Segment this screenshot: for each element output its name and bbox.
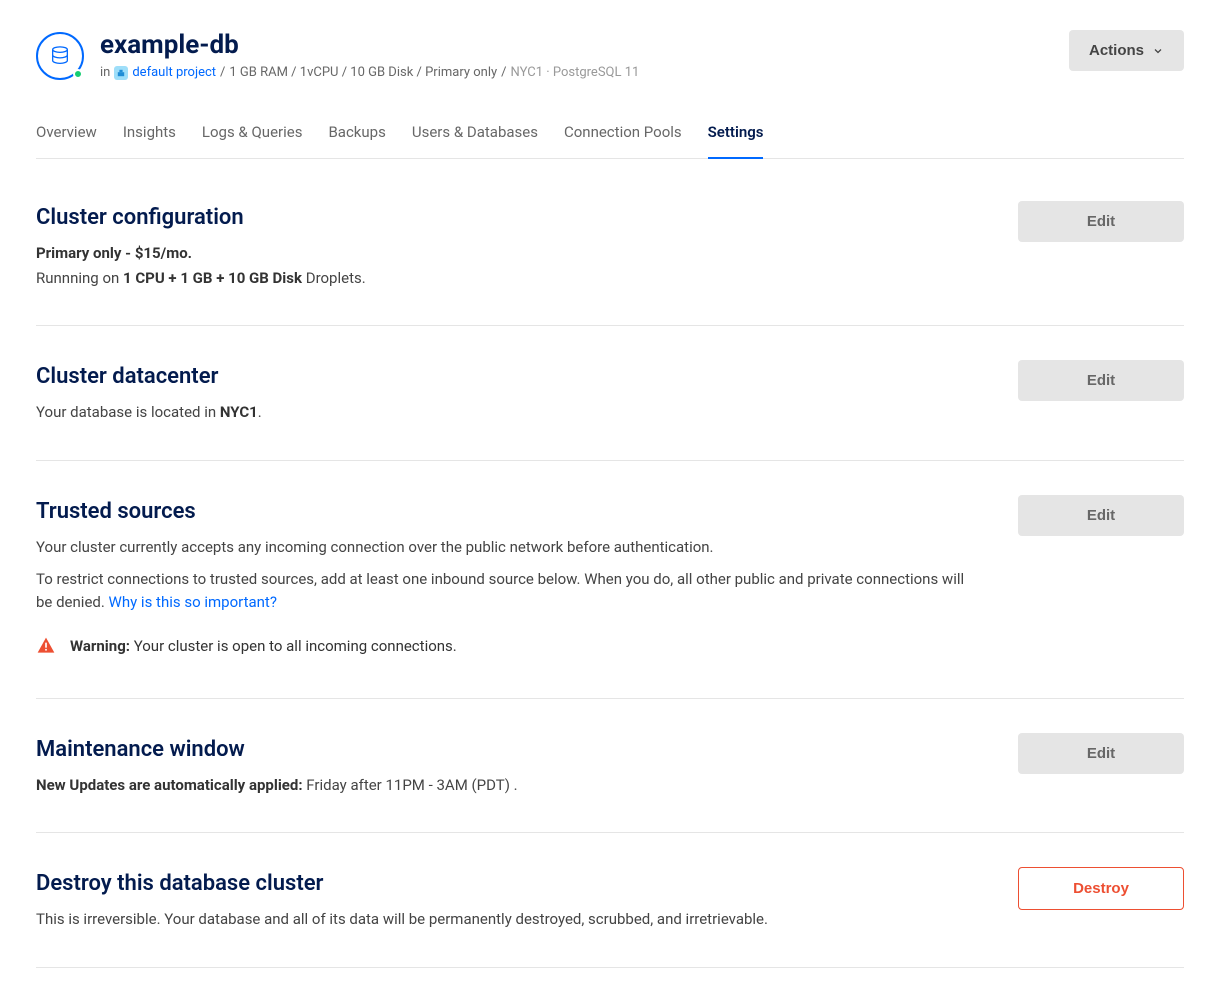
breadcrumb: in default project / 1 GB RAM / 1vCPU / … — [100, 63, 639, 83]
tab-insights[interactable]: Insights — [123, 111, 176, 160]
tab-logs-queries[interactable]: Logs & Queries — [202, 111, 303, 160]
cluster-datacenter-line: Your database is located in NYC1. — [36, 401, 978, 424]
project-icon — [114, 66, 128, 80]
edit-trusted-sources-button[interactable]: Edit — [1018, 495, 1184, 536]
destroy-cluster-button[interactable]: Destroy — [1018, 867, 1184, 910]
chevron-down-icon — [1152, 45, 1164, 57]
cluster-datacenter-title: Cluster datacenter — [36, 360, 978, 393]
actions-dropdown[interactable]: Actions — [1069, 30, 1184, 71]
maintenance-window-title: Maintenance window — [36, 733, 978, 766]
maintenance-window-line: New Updates are automatically applied: F… — [36, 774, 978, 797]
trusted-sources-desc-1: Your cluster currently accepts any incom… — [36, 536, 978, 559]
trusted-sources-learn-link[interactable]: Why is this so important? — [109, 593, 277, 611]
cluster-config-title: Cluster configuration — [36, 201, 978, 234]
status-dot-online — [73, 69, 83, 79]
trusted-sources-desc-2: To restrict connections to trusted sourc… — [36, 568, 978, 613]
edit-cluster-config-button[interactable]: Edit — [1018, 201, 1184, 242]
destroy-cluster-desc: This is irreversible. Your database and … — [36, 908, 978, 931]
tab-connection-pools[interactable]: Connection Pools — [564, 111, 682, 160]
tab-backups[interactable]: Backups — [328, 111, 385, 160]
tab-overview[interactable]: Overview — [36, 111, 97, 160]
tab-users-databases[interactable]: Users & Databases — [412, 111, 538, 160]
edit-cluster-datacenter-button[interactable]: Edit — [1018, 360, 1184, 401]
destroy-cluster-title: Destroy this database cluster — [36, 867, 978, 900]
edit-maintenance-window-button[interactable]: Edit — [1018, 733, 1184, 774]
warning-banner: Warning: Your cluster is open to all inc… — [36, 635, 978, 658]
cluster-config-plan: Primary only - $15/mo. — [36, 244, 192, 262]
cluster-config-running: Runnning on 1 CPU + 1 GB + 10 GB Disk Dr… — [36, 267, 978, 290]
warning-icon — [36, 636, 56, 656]
trusted-sources-title: Trusted sources — [36, 495, 978, 528]
project-link[interactable]: default project — [114, 63, 216, 83]
database-icon — [36, 32, 84, 80]
tab-settings[interactable]: Settings — [708, 111, 764, 160]
page-title: example-db — [100, 30, 639, 61]
tab-bar: Overview Insights Logs & Queries Backups… — [36, 111, 1184, 160]
